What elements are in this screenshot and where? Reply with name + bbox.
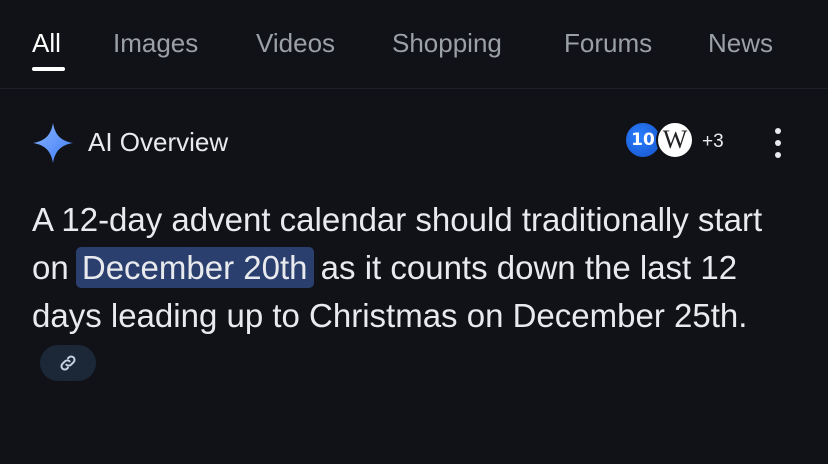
- source-link-button[interactable]: [40, 345, 96, 381]
- tab-all[interactable]: All: [32, 28, 61, 59]
- tab-images[interactable]: Images: [113, 28, 198, 59]
- source-avatar-label: W: [662, 125, 688, 154]
- active-tab-indicator: [32, 67, 65, 71]
- sparkle-icon: [33, 123, 73, 163]
- sources-button[interactable]: 10 W +3: [623, 118, 743, 164]
- link-icon: [60, 355, 76, 371]
- source-avatar-label: 10: [631, 130, 655, 150]
- next-section-heading: [32, 430, 41, 464]
- more-vert-icon[interactable]: [768, 127, 788, 159]
- ai-overview-answer: A 12-day advent calendar should traditio…: [32, 196, 802, 388]
- wikipedia-logo: W: [656, 121, 694, 159]
- tab-forums[interactable]: Forums: [564, 28, 652, 59]
- ai-overview-header: AI Overview 10 W +3: [32, 118, 796, 168]
- tab-videos[interactable]: Videos: [256, 28, 335, 59]
- answer-highlight: December 20th: [75, 247, 314, 288]
- sources-more-count: +3: [702, 131, 724, 152]
- ai-overview-title: AI Overview: [88, 127, 229, 157]
- search-tabs: All Images Videos Shopping Forums News: [0, 0, 828, 89]
- tab-news[interactable]: News: [708, 28, 773, 59]
- tab-shopping[interactable]: Shopping: [392, 28, 502, 59]
